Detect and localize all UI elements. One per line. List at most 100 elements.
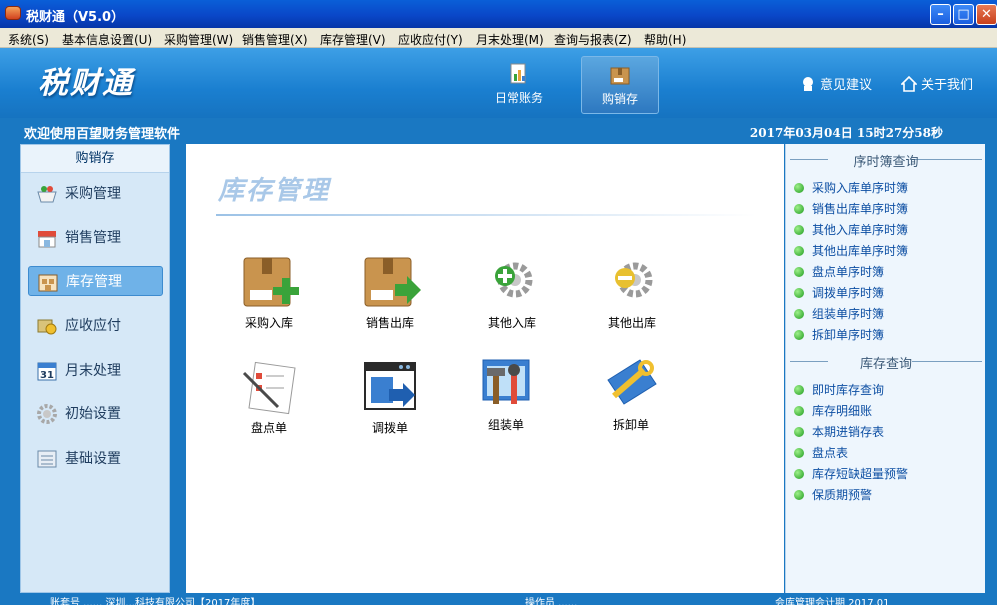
nav-daily-accounts[interactable]: 日常账务 xyxy=(480,56,558,114)
about-label: 关于我们 xyxy=(921,78,974,93)
tile-sales-outbound[interactable]: 销售出库 xyxy=(345,254,435,331)
link-label: 采购入库单序时簿 xyxy=(812,181,909,195)
sidebar-item-label: 初始设置 xyxy=(65,406,121,422)
main-panel: 库存管理 采购入库 销售出库 其他入库 其他出库 盘点单 调拨单 组装单 拆卸单 xyxy=(186,144,784,593)
sidebar-item-label: 基础设置 xyxy=(65,451,121,467)
link-period-report[interactable]: 本期进销存表 xyxy=(794,423,884,441)
tile-label: 组装单 xyxy=(487,418,524,432)
gear-icon xyxy=(37,404,57,424)
basket-icon xyxy=(37,186,57,203)
link-expiry-warning[interactable]: 保质期预警 xyxy=(794,486,872,504)
box-plus-icon xyxy=(243,257,299,307)
sidebar-item-label: 采购管理 xyxy=(65,186,121,202)
about-link[interactable]: 关于我们 xyxy=(901,74,973,93)
sidebar-item-basic-settings[interactable]: 基础设置 xyxy=(28,444,163,474)
window-title: 税财通（V5.0） xyxy=(26,10,125,25)
tile-stocktake[interactable]: 盘点单 xyxy=(224,359,314,436)
menu-system[interactable]: 系统(S) xyxy=(8,31,49,48)
bullet-icon xyxy=(794,267,804,277)
tile-assembly[interactable]: 组装单 xyxy=(461,356,551,433)
tools-icon xyxy=(482,359,530,404)
svg-text:31: 31 xyxy=(40,370,54,381)
tile-disassembly[interactable]: 拆卸单 xyxy=(586,356,676,433)
menu-month-end[interactable]: 月末处理(M) xyxy=(476,31,544,48)
link-other-outbound-journal[interactable]: 其他出库单序时簿 xyxy=(794,242,908,260)
store-icon xyxy=(38,231,56,248)
sidebar-item-purchase[interactable]: 采购管理 xyxy=(28,179,163,209)
transfer-window-icon xyxy=(364,362,416,410)
link-purchase-inbound-journal[interactable]: 采购入库单序时簿 xyxy=(794,179,908,197)
gear-plus-icon xyxy=(495,262,533,298)
tile-other-inbound[interactable]: 其他入库 xyxy=(467,254,557,331)
feedback-link[interactable]: 意见建议 xyxy=(800,74,872,93)
maximize-button[interactable]: □ xyxy=(953,4,974,25)
sidebar-item-label: 销售管理 xyxy=(65,230,121,246)
status-operator: 操作员 ...... xyxy=(525,598,578,605)
tile-label: 销售出库 xyxy=(365,316,414,330)
menu-basic-info[interactable]: 基本信息设置(U) xyxy=(62,31,152,48)
sidebar-item-month-end[interactable]: 31 月末处理 xyxy=(28,356,163,386)
sidebar-item-label: 月末处理 xyxy=(65,363,121,379)
bullet-icon xyxy=(794,309,804,319)
sidebar-item-label: 库存管理 xyxy=(66,274,122,290)
close-button[interactable]: ✕ xyxy=(976,4,997,25)
bullet-icon xyxy=(794,427,804,437)
link-label: 即时库存查询 xyxy=(812,383,885,397)
menu-inventory[interactable]: 库存管理(V) xyxy=(320,31,386,48)
link-stocktake-table[interactable]: 盘点表 xyxy=(794,444,848,462)
status-period: 会库管理会计期 2017.01 xyxy=(775,598,890,605)
menu-receivable[interactable]: 应收应付(Y) xyxy=(398,31,463,48)
sidebar-item-inventory[interactable]: 库存管理 xyxy=(28,266,163,296)
warehouse-icon xyxy=(38,274,58,292)
minimize-button[interactable]: – xyxy=(930,4,951,25)
link-assembly-journal[interactable]: 组装单序时簿 xyxy=(794,305,884,323)
feedback-icon xyxy=(803,77,813,91)
tile-label: 其他出库 xyxy=(607,316,656,330)
bullet-icon xyxy=(794,204,804,214)
link-disassembly-journal[interactable]: 拆卸单序时簿 xyxy=(794,326,884,344)
tile-transfer[interactable]: 调拨单 xyxy=(345,359,435,436)
nav-label: 日常账务 xyxy=(494,91,543,105)
tile-other-outbound[interactable]: 其他出库 xyxy=(587,254,677,331)
sidebar-item-receivable[interactable]: 应收应付 xyxy=(28,311,163,341)
section-journal-query: 序时簿查询 xyxy=(786,151,986,170)
tile-label: 盘点单 xyxy=(250,421,287,435)
sidebar-item-label: 应收应付 xyxy=(65,318,121,334)
tile-label: 采购入库 xyxy=(244,316,293,330)
link-label: 调拨单序时簿 xyxy=(812,286,885,300)
section-title: 库存查询 xyxy=(859,357,912,372)
bullet-icon xyxy=(794,330,804,340)
query-panel: 序时簿查询 采购入库单序时簿 销售出库单序时簿 其他入库单序时簿 其他出库单序时… xyxy=(785,144,985,593)
menu-help[interactable]: 帮助(H) xyxy=(644,31,686,48)
link-other-inbound-journal[interactable]: 其他入库单序时簿 xyxy=(794,221,908,239)
bullet-icon xyxy=(794,183,804,193)
menu-purchase[interactable]: 采购管理(W) xyxy=(164,31,233,48)
checklist-icon xyxy=(242,361,296,415)
link-realtime-inventory[interactable]: 即时库存查询 xyxy=(794,381,884,399)
link-shortage-warning[interactable]: 库存短缺超量预警 xyxy=(794,465,908,483)
link-sales-outbound-journal[interactable]: 销售出库单序时簿 xyxy=(794,200,908,218)
home-icon xyxy=(901,76,917,92)
title-bar: 税财通（V5.0） – □ ✕ xyxy=(0,0,997,28)
link-label: 保质期预警 xyxy=(812,488,873,502)
feedback-label: 意见建议 xyxy=(820,78,873,93)
menu-reports[interactable]: 查询与报表(Z) xyxy=(554,31,632,48)
link-inventory-ledger[interactable]: 库存明细账 xyxy=(794,402,872,420)
page-title: 库存管理 xyxy=(218,176,331,206)
nav-purchase-sales-inventory[interactable]: 购销存 xyxy=(581,56,659,114)
link-transfer-journal[interactable]: 调拨单序时簿 xyxy=(794,284,884,302)
bullet-icon xyxy=(794,490,804,500)
link-stocktake-journal[interactable]: 盘点单序时簿 xyxy=(794,263,884,281)
sidebar-item-sales[interactable]: 销售管理 xyxy=(28,223,163,253)
sidebar-item-initial-settings[interactable]: 初始设置 xyxy=(28,399,163,429)
tile-purchase-inbound[interactable]: 采购入库 xyxy=(224,254,314,331)
bullet-icon xyxy=(794,448,804,458)
bullet-icon xyxy=(794,288,804,298)
menu-sales[interactable]: 销售管理(X) xyxy=(242,31,308,48)
link-label: 本期进销存表 xyxy=(812,425,885,439)
bullet-icon xyxy=(794,225,804,235)
link-label: 盘点单序时簿 xyxy=(812,265,885,279)
maximize-icon: □ xyxy=(957,7,970,22)
sidebar-title: 购销存 xyxy=(21,145,169,173)
money-icon xyxy=(37,319,57,335)
